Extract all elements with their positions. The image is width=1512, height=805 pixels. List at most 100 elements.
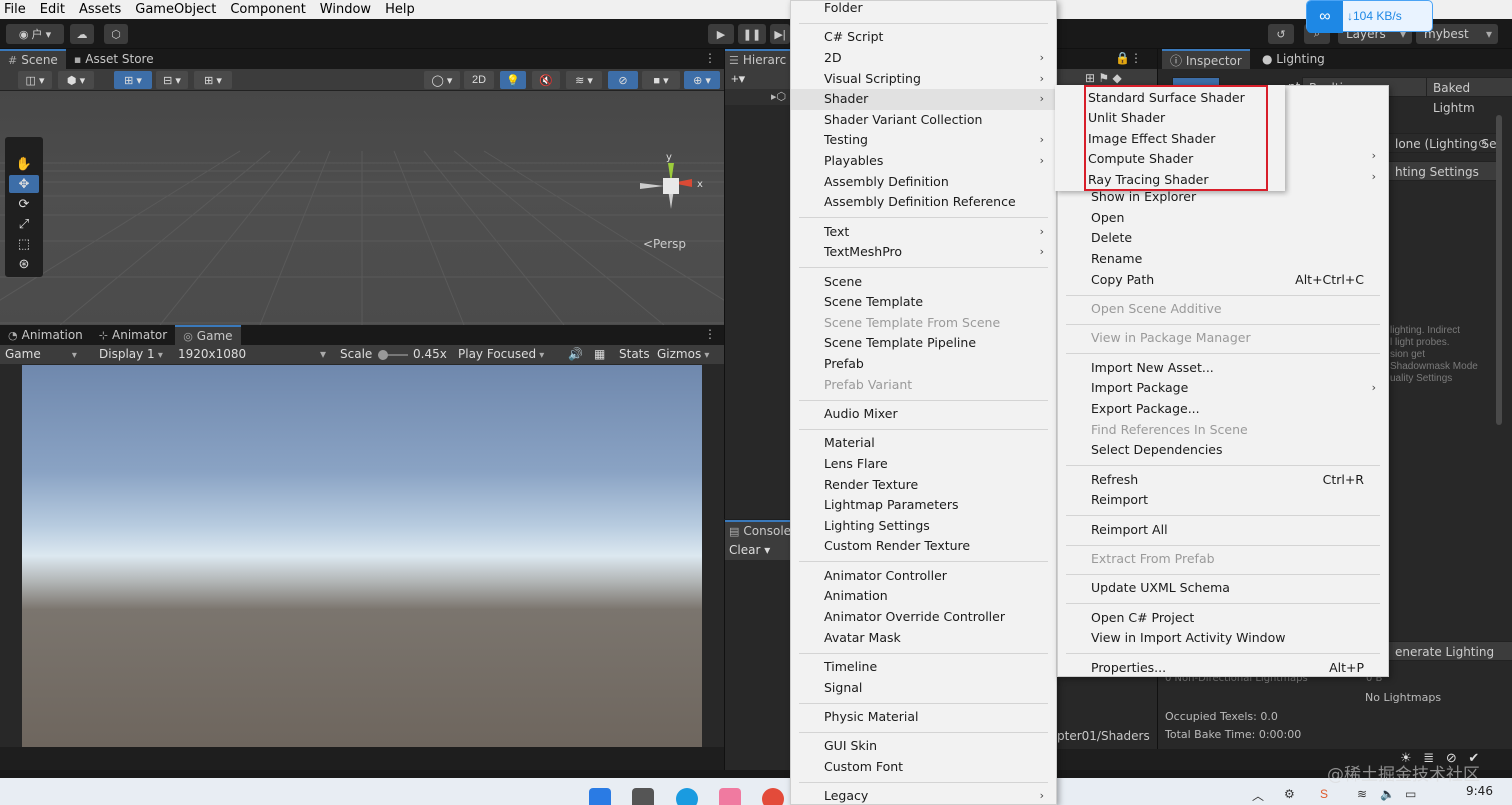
history-icon[interactable]: ↺: [1268, 24, 1294, 44]
menu-item-properties[interactable]: Properties... Alt+P: [1058, 658, 1388, 679]
tray-chevron-icon[interactable]: ︿: [1252, 787, 1264, 804]
tab-game[interactable]: ◎ Game: [175, 325, 241, 345]
mute-audio-icon[interactable]: 🔊: [568, 347, 583, 361]
menu-item-render-texture[interactable]: Render Texture: [791, 475, 1056, 496]
menu-item-audio-mixer[interactable]: Audio Mixer: [791, 404, 1056, 425]
menu-item-open[interactable]: Open: [1058, 208, 1388, 229]
menu-item-signal[interactable]: Signal: [791, 678, 1056, 699]
tray-app-icon[interactable]: ⚙: [1284, 787, 1295, 801]
display-select[interactable]: Display 1: [99, 347, 163, 361]
new-lighting-settings-button[interactable]: hting Settings: [1388, 161, 1498, 181]
menu-item-prefab[interactable]: Prefab: [791, 354, 1056, 375]
menu-gameobject[interactable]: GameObject: [135, 2, 216, 17]
menu-item-scene-template-pipeline[interactable]: Scene Template Pipeline: [791, 333, 1056, 354]
camera-dropdown[interactable]: ■ ▾: [642, 71, 680, 89]
tab-hierarchy[interactable]: ☰ Hierarc: [725, 49, 791, 69]
resolution-select[interactable]: 1920x1080: [178, 347, 246, 361]
clock[interactable]: 9:46: [1466, 784, 1493, 798]
gizmos-dropdown[interactable]: ⊕ ▾: [684, 71, 720, 89]
volume-icon[interactable]: 🔈: [1380, 787, 1395, 801]
step-button[interactable]: ▶|: [770, 24, 790, 44]
menu-item-playables[interactable]: Playables ›: [791, 151, 1056, 172]
clear-button[interactable]: Clear ▾: [729, 543, 770, 557]
orientation-gizmo-icon[interactable]: y x: [636, 151, 706, 221]
increment-snap-dropdown[interactable]: ⊞ ▾: [194, 71, 232, 89]
edge-browser-icon[interactable]: [676, 788, 698, 805]
account-dropdown[interactable]: ◉ 户 ▾: [6, 24, 64, 44]
menu-item-assembly-definition-reference[interactable]: Assembly Definition Reference: [791, 192, 1056, 213]
tab-scene[interactable]: # Scene: [0, 49, 66, 69]
menu-item-shader-variant-collection[interactable]: Shader Variant Collection: [791, 110, 1056, 131]
menu-help[interactable]: Help: [385, 2, 415, 17]
render-mode-dropdown[interactable]: ◯ ▾: [424, 71, 460, 89]
rotate-tool-icon[interactable]: ⟳: [9, 195, 39, 213]
transform-tool-icon[interactable]: ⊛: [9, 255, 39, 273]
menu-item-text[interactable]: Text ›: [791, 222, 1056, 243]
menu-item-view-in-import-activity-window[interactable]: View in Import Activity Window: [1058, 628, 1388, 649]
menu-item-scene-template[interactable]: Scene Template: [791, 292, 1056, 313]
menu-item-reimport[interactable]: Reimport: [1058, 490, 1388, 511]
toggle-2d-button[interactable]: 2D: [464, 71, 494, 89]
menu-item-avatar-mask[interactable]: Avatar Mask: [791, 628, 1056, 649]
pause-button[interactable]: ❚❚: [738, 24, 766, 44]
chrome-browser-icon[interactable]: [762, 788, 784, 805]
menu-item-testing[interactable]: Testing ›: [791, 130, 1056, 151]
menu-item-lightmap-parameters[interactable]: Lightmap Parameters: [791, 495, 1056, 516]
move-tool-icon[interactable]: ✥: [9, 175, 39, 193]
menu-item-2d[interactable]: 2D ›: [791, 48, 1056, 69]
menu-item-custom-render-texture[interactable]: Custom Render Texture: [791, 536, 1056, 557]
object-dropdown[interactable]: ⬢ ▾: [58, 71, 94, 89]
menu-item-animation[interactable]: Animation: [791, 586, 1056, 607]
battery-icon[interactable]: ▭: [1405, 787, 1416, 801]
menu-item-import-package[interactable]: Import Package ›: [1058, 378, 1388, 399]
hand-tool-icon[interactable]: ✋: [9, 155, 39, 173]
inspector-scrollbar[interactable]: [1496, 115, 1502, 425]
tab-inspector[interactable]: ⓘ Inspector: [1162, 49, 1250, 69]
object-picker-icon[interactable]: ⊙: [1478, 137, 1487, 150]
windows-start-icon[interactable]: [589, 788, 611, 805]
shortcuts-icon[interactable]: ▦: [594, 347, 605, 361]
draw-mode-dropdown[interactable]: ◫ ▾: [18, 71, 52, 89]
menu-item-rename[interactable]: Rename: [1058, 249, 1388, 270]
persp-label[interactable]: <Persp: [643, 237, 686, 251]
scale-tool-icon[interactable]: ⤢: [9, 215, 39, 233]
tab-animation[interactable]: ◔ Animation: [0, 325, 91, 345]
menu-item-timeline[interactable]: Timeline: [791, 657, 1056, 678]
tab-lighting[interactable]: ● Lighting: [1254, 49, 1333, 69]
lighting-tab-baked[interactable]: Baked Lightm: [1426, 77, 1512, 115]
tab-asset-store[interactable]: ▪ Asset Store: [66, 49, 162, 69]
play-mode-select[interactable]: Play Focused: [458, 347, 544, 361]
rect-tool-icon[interactable]: ⬚: [9, 235, 39, 253]
audio-toggle-icon[interactable]: 🔇: [532, 71, 560, 89]
menu-component[interactable]: Component: [230, 2, 305, 17]
menu-item-copy-path[interactable]: Copy Path Alt+Ctrl+C: [1058, 270, 1388, 291]
pivot-dropdown[interactable]: ⊞ ▾: [114, 71, 152, 89]
menu-item-select-dependencies[interactable]: Select Dependencies: [1058, 440, 1388, 461]
menu-item-legacy[interactable]: Legacy ›: [791, 786, 1056, 805]
menu-edit[interactable]: Edit: [40, 2, 65, 17]
task-view-icon[interactable]: [632, 788, 654, 805]
lighting-toggle-icon[interactable]: 💡: [500, 71, 526, 89]
input-method-icon[interactable]: S: [1320, 787, 1328, 801]
scene-view[interactable]: ✋ ✥ ⟳ ⤢ ⬚ ⊛: [0, 91, 724, 325]
filter-icons[interactable]: ⊞ ⚑ ◆: [1085, 71, 1122, 85]
game-view-select[interactable]: Game: [5, 347, 77, 361]
game-view[interactable]: [22, 365, 702, 747]
menu-item-open-c-project[interactable]: Open C# Project: [1058, 608, 1388, 629]
menu-item-refresh[interactable]: Refresh Ctrl+R: [1058, 470, 1388, 491]
menu-item-physic-material[interactable]: Physic Material: [791, 707, 1056, 728]
menu-item-animator-override-controller[interactable]: Animator Override Controller: [791, 607, 1056, 628]
scale-slider-handle[interactable]: [378, 350, 388, 360]
menu-item-export-package[interactable]: Export Package...: [1058, 399, 1388, 420]
collab-icon[interactable]: ⬡: [104, 24, 128, 44]
menu-item-material[interactable]: Material: [791, 433, 1056, 454]
menu-file[interactable]: File: [4, 2, 26, 17]
download-speed-widget[interactable]: ∞ ↓104 KB/s: [1306, 0, 1433, 33]
hierarchy-scene-row[interactable]: ▸⬡: [725, 89, 790, 105]
menu-item-reimport-all[interactable]: Reimport All: [1058, 520, 1388, 541]
menu-item-import-new-asset[interactable]: Import New Asset...: [1058, 358, 1388, 379]
grid-snap-dropdown[interactable]: ⊟ ▾: [156, 71, 188, 89]
add-icon[interactable]: +▾: [731, 71, 745, 87]
menu-assets[interactable]: Assets: [79, 2, 121, 17]
menu-item-c-script[interactable]: C# Script: [791, 27, 1056, 48]
